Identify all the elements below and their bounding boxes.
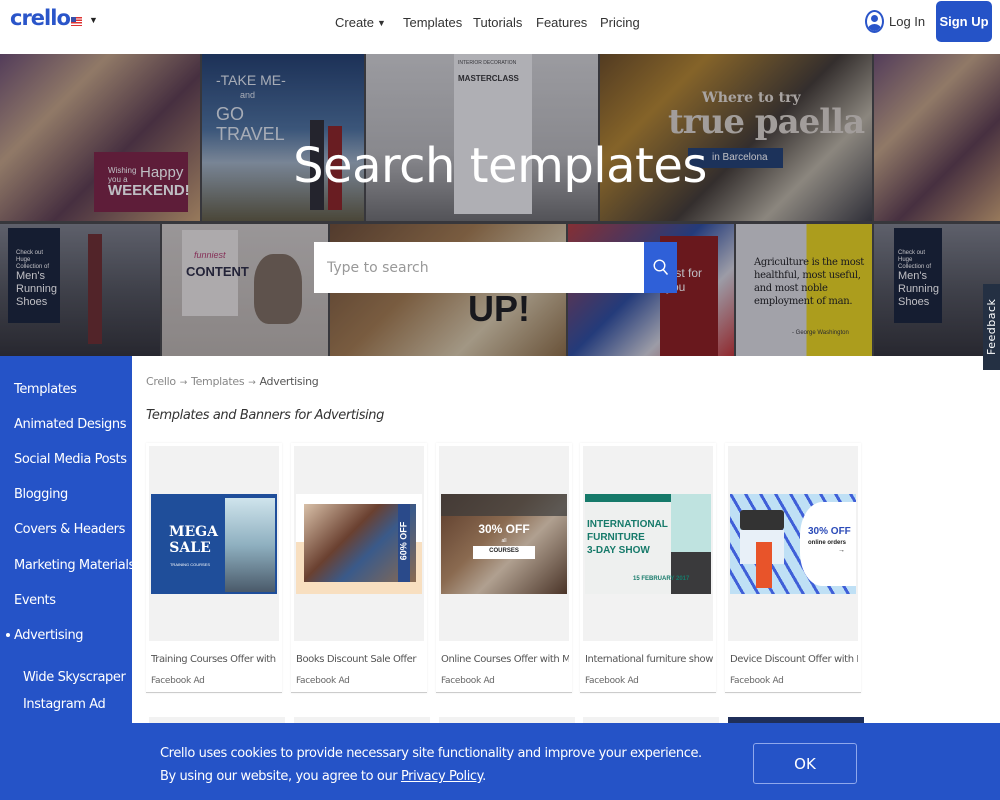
template-card[interactable]: 30% OFF online orders → Device Discount … [725, 443, 861, 693]
sidebar-subitem-instagram-ad[interactable]: Instagram Ad [23, 697, 106, 712]
hand-phone [756, 542, 772, 588]
art-line: online orders [808, 540, 847, 546]
hero-title: Search templates [293, 138, 707, 194]
nav-tutorials[interactable]: Tutorials [473, 15, 522, 30]
template-preview-image: 60% OFF [296, 494, 422, 594]
template-thumbnail[interactable]: 60% OFF [294, 446, 424, 641]
signup-button[interactable]: Sign Up [936, 1, 992, 42]
template-card[interactable]: MEGA SALE TRAINING COURSES Training Cour… [146, 443, 282, 693]
template-thumbnail[interactable]: 30% OFF online orders → [728, 446, 858, 641]
template-card[interactable]: INTERNATIONAL FURNITURE 3-DAY SHOW 15 FE… [580, 443, 716, 693]
template-name[interactable]: International furniture show [585, 654, 713, 665]
template-thumbnail[interactable]: INTERNATIONAL FURNITURE 3-DAY SHOW 15 FE… [583, 446, 713, 641]
art-line: all [501, 538, 507, 544]
laptop-shape [441, 494, 567, 516]
search-input[interactable] [314, 242, 644, 293]
breadcrumb-crello[interactable]: Crello [146, 375, 176, 388]
art-line: INTERNATIONAL [587, 519, 668, 530]
template-preview-image: INTERNATIONAL FURNITURE 3-DAY SHOW 15 FE… [585, 494, 711, 594]
template-name[interactable]: Device Discount Offer with La... [730, 654, 858, 665]
sidebar-item-templates[interactable]: Templates [14, 382, 77, 397]
privacy-policy-link[interactable]: Privacy Policy [401, 769, 483, 784]
hero-overlay [0, 54, 1000, 356]
feedback-tab[interactable]: Feedback [983, 284, 1000, 370]
art-line: 30% OFF [808, 526, 851, 537]
art-line: 3-DAY SHOW [587, 545, 650, 556]
cookie-ok-button[interactable]: OK [753, 743, 857, 784]
art-line: MEGA [169, 524, 218, 540]
teal-bar [585, 494, 671, 502]
breadcrumb-templates[interactable]: Templates [191, 375, 245, 388]
art-line: FURNITURE [587, 532, 645, 543]
template-card[interactable]: 30% OFF all COURSES Online Courses Offer… [436, 443, 572, 693]
sidebar-item-animated-designs[interactable]: Animated Designs [14, 417, 127, 432]
template-card[interactable]: 60% OFF Books Discount Sale Offer Facebo… [291, 443, 427, 693]
arrow-right-icon: → [838, 547, 845, 554]
arrow-right-icon: → [248, 378, 256, 388]
sidebar-item-advertising[interactable]: Advertising [14, 628, 84, 643]
search-button[interactable] [644, 242, 677, 293]
template-thumbnail[interactable]: 30% OFF all COURSES [439, 446, 569, 641]
teal-panel [671, 494, 711, 552]
template-name[interactable]: Training Courses Offer with Sm... [151, 654, 279, 665]
template-type: Facebook Ad [296, 676, 350, 686]
header: crello ▼ Create ▼ Templates Tutorials Fea… [0, 0, 1000, 54]
sidebar-subitem-wide-skyscraper[interactable]: Wide Skyscraper [23, 670, 126, 685]
people-photo [225, 498, 275, 592]
active-bullet-icon [6, 633, 10, 637]
art-line: 30% OFF [478, 522, 530, 536]
search-icon [652, 259, 668, 275]
laptop-screen [740, 510, 784, 530]
template-name[interactable]: Online Courses Offer with Man... [441, 654, 569, 665]
cookie-line-2-suffix: . [482, 769, 486, 784]
template-type: Facebook Ad [441, 676, 495, 686]
template-type: Facebook Ad [585, 676, 639, 686]
language-caret-icon[interactable]: ▼ [89, 15, 98, 25]
cookie-banner: Crello uses cookies to provide necessary… [0, 723, 1000, 800]
template-type: Facebook Ad [151, 676, 205, 686]
page-title: Templates and Banners for Advertising [146, 408, 385, 423]
login-link[interactable]: Log In [865, 10, 925, 33]
breadcrumb: Crello → Templates → Advertising [146, 375, 319, 388]
cookie-message: Crello uses cookies to provide necessary… [160, 742, 702, 788]
sidebar-item-events[interactable]: Events [14, 593, 56, 608]
sidebar-item-social-media-posts[interactable]: Social Media Posts [14, 452, 127, 467]
user-icon [865, 10, 884, 33]
art-line: COURSES [489, 548, 519, 554]
art-line: 60% OFF [398, 521, 409, 561]
nav-pricing[interactable]: Pricing [600, 15, 640, 30]
nav-templates[interactable]: Templates [403, 15, 462, 30]
template-preview-image: 30% OFF online orders → [730, 494, 856, 594]
hero-banner: Wishing you a Happy WEEKEND! -TAKE ME- a… [0, 54, 1000, 356]
sidebar-item-covers-headers[interactable]: Covers & Headers [14, 522, 125, 537]
furniture-title: INTERNATIONAL FURNITURE 3-DAY SHOW [587, 518, 668, 557]
crello-logo[interactable]: crello [10, 6, 71, 30]
arrow-right-icon: → [179, 378, 188, 388]
template-preview-image: 30% OFF all COURSES [441, 494, 567, 594]
caret-down-icon: ▼ [377, 18, 386, 28]
cookie-line-2-text: By using our website, you agree to our [160, 769, 401, 784]
nav-create-label: Create [335, 15, 375, 30]
login-label: Log In [889, 14, 926, 29]
template-name[interactable]: Books Discount Sale Offer [296, 654, 424, 665]
art-line: 15 FEBRUARY 2017 [633, 576, 690, 582]
template-type: Facebook Ad [730, 676, 784, 686]
cookie-line-2: By using our website, you agree to our P… [160, 765, 702, 788]
sidebar-item-blogging[interactable]: Blogging [14, 487, 68, 502]
template-preview-image: MEGA SALE TRAINING COURSES [151, 494, 277, 594]
mega-sale-text: MEGA SALE [169, 524, 218, 556]
art-line: SALE [169, 540, 211, 556]
dark-panel [671, 552, 711, 594]
us-flag-icon[interactable] [71, 17, 82, 26]
template-thumbnail[interactable]: MEGA SALE TRAINING COURSES [149, 446, 279, 641]
art-subtitle: TRAINING COURSES [169, 562, 210, 567]
nav-create[interactable]: Create ▼ [335, 15, 386, 30]
breadcrumb-advertising: Advertising [259, 375, 319, 388]
sidebar-item-marketing-materials[interactable]: Marketing Materials [14, 558, 135, 573]
cookie-line-1: Crello uses cookies to provide necessary… [160, 746, 702, 761]
nav-features[interactable]: Features [536, 15, 587, 30]
